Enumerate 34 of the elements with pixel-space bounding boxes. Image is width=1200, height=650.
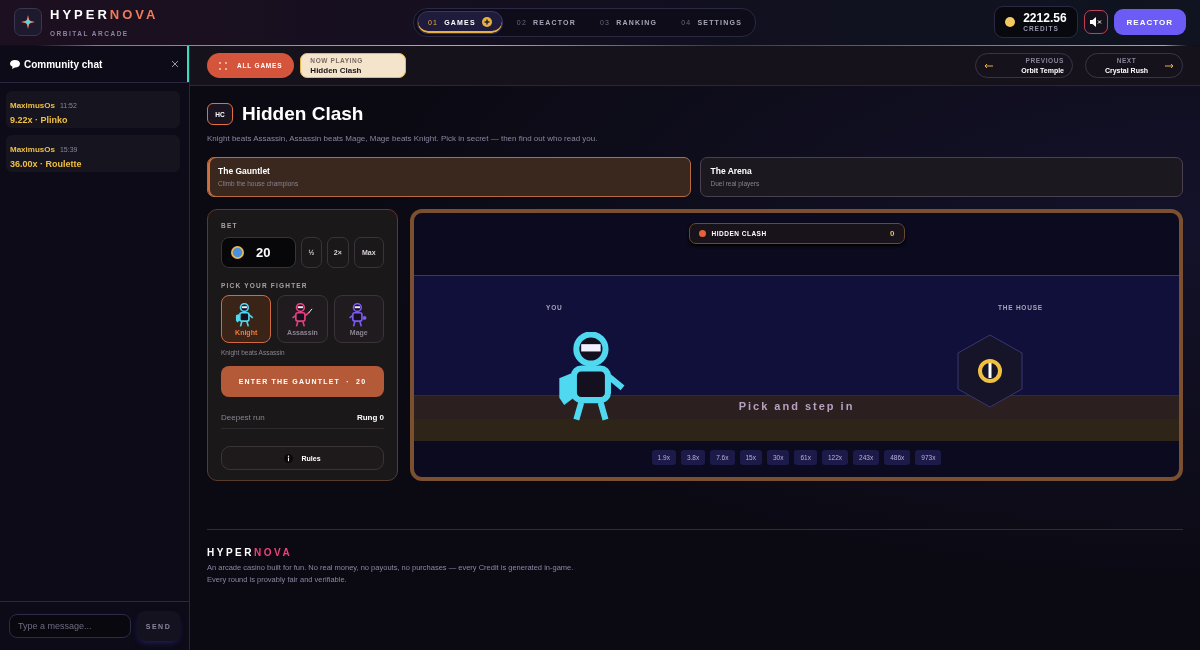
reactor-button[interactable]: REACTOR <box>1113 9 1186 35</box>
mode-title: The Gauntlet <box>218 166 271 176</box>
score-value: 0 <box>890 229 895 238</box>
muted-speaker-icon <box>1089 17 1102 27</box>
plus-icon <box>481 17 492 27</box>
token-icon <box>231 246 244 259</box>
chat-bubble-icon <box>10 59 20 69</box>
mute-button[interactable] <box>1083 10 1108 34</box>
game-title: Hidden Clash <box>242 103 364 125</box>
mode-title: The Arena <box>710 166 753 176</box>
info-icon <box>284 453 294 463</box>
footer-logo: HYPER NOVA <box>207 547 294 558</box>
credits-amount: 2212.56 <box>1023 12 1067 25</box>
chat-username: MaximusOs <box>10 101 55 110</box>
coin-icon <box>1005 17 1016 27</box>
house-hexagon-icon <box>957 334 1023 408</box>
game-description: Knight beats Assassin, Assassin beats Mage, Mage beats Knight. Pick in secret — then find out who read you. <box>207 134 599 143</box>
bet-amount-field[interactable]: 20 <box>221 237 296 268</box>
logo-icon[interactable] <box>14 8 42 36</box>
stat-value: Rung 0 <box>356 413 384 422</box>
stage-prompt: Pick and step in <box>738 400 855 412</box>
chat-title: Community chat <box>24 58 103 70</box>
now-playing-title: Hidden Clash <box>310 65 363 75</box>
chat-message-text: 9.22x · Plinko <box>10 115 69 125</box>
arrow-right-icon <box>1165 62 1174 69</box>
arrow-left-icon <box>984 62 993 69</box>
status-dot-icon <box>698 230 706 237</box>
chat-username: MaximusOs <box>10 145 55 154</box>
grid-dots-icon <box>219 61 227 70</box>
stat-label: Deepest run <box>221 413 265 422</box>
close-icon[interactable] <box>171 60 179 68</box>
message-input[interactable]: Type a message... <box>9 614 131 638</box>
chat-message-text: 36.00x · Roulette <box>10 159 83 169</box>
brand-logo: HYPER NOVA <box>50 7 159 22</box>
